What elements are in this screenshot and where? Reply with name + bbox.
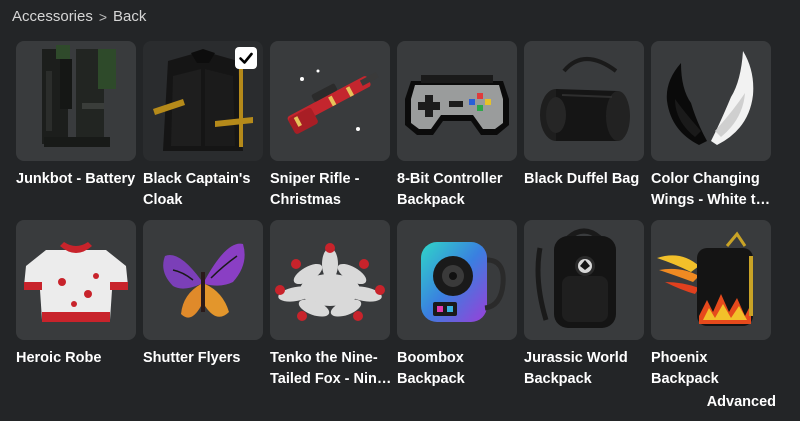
- phoenix-backpack-icon: [657, 231, 753, 326]
- item-name: Junkbot - Battery: [16, 171, 136, 187]
- item-thumbnail[interactable]: [143, 41, 263, 161]
- item-name: Sniper Rifle - Christmas: [270, 171, 360, 208]
- rifle-icon: [287, 69, 379, 134]
- backpack-icon: [535, 228, 616, 328]
- item-card[interactable]: Boombox Backpack: [397, 220, 517, 395]
- item-name: Color Changing Wings - White to Black: [651, 171, 765, 208]
- item-name: Black Captain's Cloak: [143, 171, 251, 208]
- item-thumbnail[interactable]: [397, 220, 517, 340]
- item-name: 8-Bit Controller Backpack: [397, 171, 503, 208]
- selected-checkmark-icon: [235, 47, 257, 69]
- item-name: Heroic Robe: [16, 350, 102, 366]
- item-card[interactable]: Color Changing Wings - White to Black: [651, 41, 771, 216]
- breadcrumb-accessories-link[interactable]: Accessories: [12, 8, 93, 25]
- item-card[interactable]: Shutter Flyers: [143, 220, 263, 395]
- item-card[interactable]: Phoenix Backpack: [651, 220, 771, 395]
- item-thumbnail[interactable]: [651, 220, 771, 340]
- advanced-button[interactable]: Advanced: [707, 394, 776, 410]
- item-card[interactable]: 8-Bit Controller Backpack: [397, 41, 517, 216]
- wings-icon: [666, 51, 754, 145]
- item-card[interactable]: Black Duffel Bag: [524, 41, 644, 216]
- item-name: Jurassic World Backpack: [524, 350, 628, 387]
- item-thumbnail[interactable]: [16, 41, 136, 161]
- battery-icon: [42, 45, 116, 147]
- robe-icon: [24, 242, 128, 322]
- item-thumbnail[interactable]: [270, 220, 390, 340]
- item-thumbnail[interactable]: [143, 220, 263, 340]
- item-name: Black Duffel Bag: [524, 171, 640, 187]
- breadcrumb-current-back[interactable]: Back: [113, 8, 146, 25]
- item-card[interactable]: Sniper Rifle - Christmas: [270, 41, 390, 216]
- item-card[interactable]: Black Captain's Cloak: [143, 41, 263, 216]
- item-name: Tenko the Nine-Tailed Fox - Nine Tails: [270, 350, 385, 387]
- boombox-icon: [421, 242, 506, 322]
- breadcrumb-separator: >: [98, 8, 108, 25]
- item-card[interactable]: Heroic Robe: [16, 220, 136, 395]
- item-thumbnail[interactable]: [397, 41, 517, 161]
- duffel-bag-icon: [540, 57, 630, 141]
- item-name: Boombox Backpack: [397, 350, 465, 387]
- controller-icon: [405, 75, 509, 135]
- item-thumbnail[interactable]: [524, 41, 644, 161]
- item-name: Phoenix Backpack: [651, 350, 719, 387]
- butterfly-wings-icon: [163, 243, 245, 318]
- item-name: Shutter Flyers: [143, 350, 241, 366]
- item-card[interactable]: Jurassic World Backpack: [524, 220, 644, 395]
- item-thumbnail[interactable]: [524, 220, 644, 340]
- breadcrumb: Accessories > Back: [12, 8, 146, 25]
- item-card[interactable]: Junkbot - Battery: [16, 41, 136, 216]
- item-card[interactable]: Tenko the Nine-Tailed Fox - Nine Tails: [270, 220, 390, 395]
- item-thumbnail[interactable]: [270, 41, 390, 161]
- accessory-grid: Junkbot - Battery Black Captain's Cloak: [16, 41, 771, 395]
- item-thumbnail[interactable]: [651, 41, 771, 161]
- fox-tails-icon: [275, 243, 385, 321]
- item-thumbnail[interactable]: [16, 220, 136, 340]
